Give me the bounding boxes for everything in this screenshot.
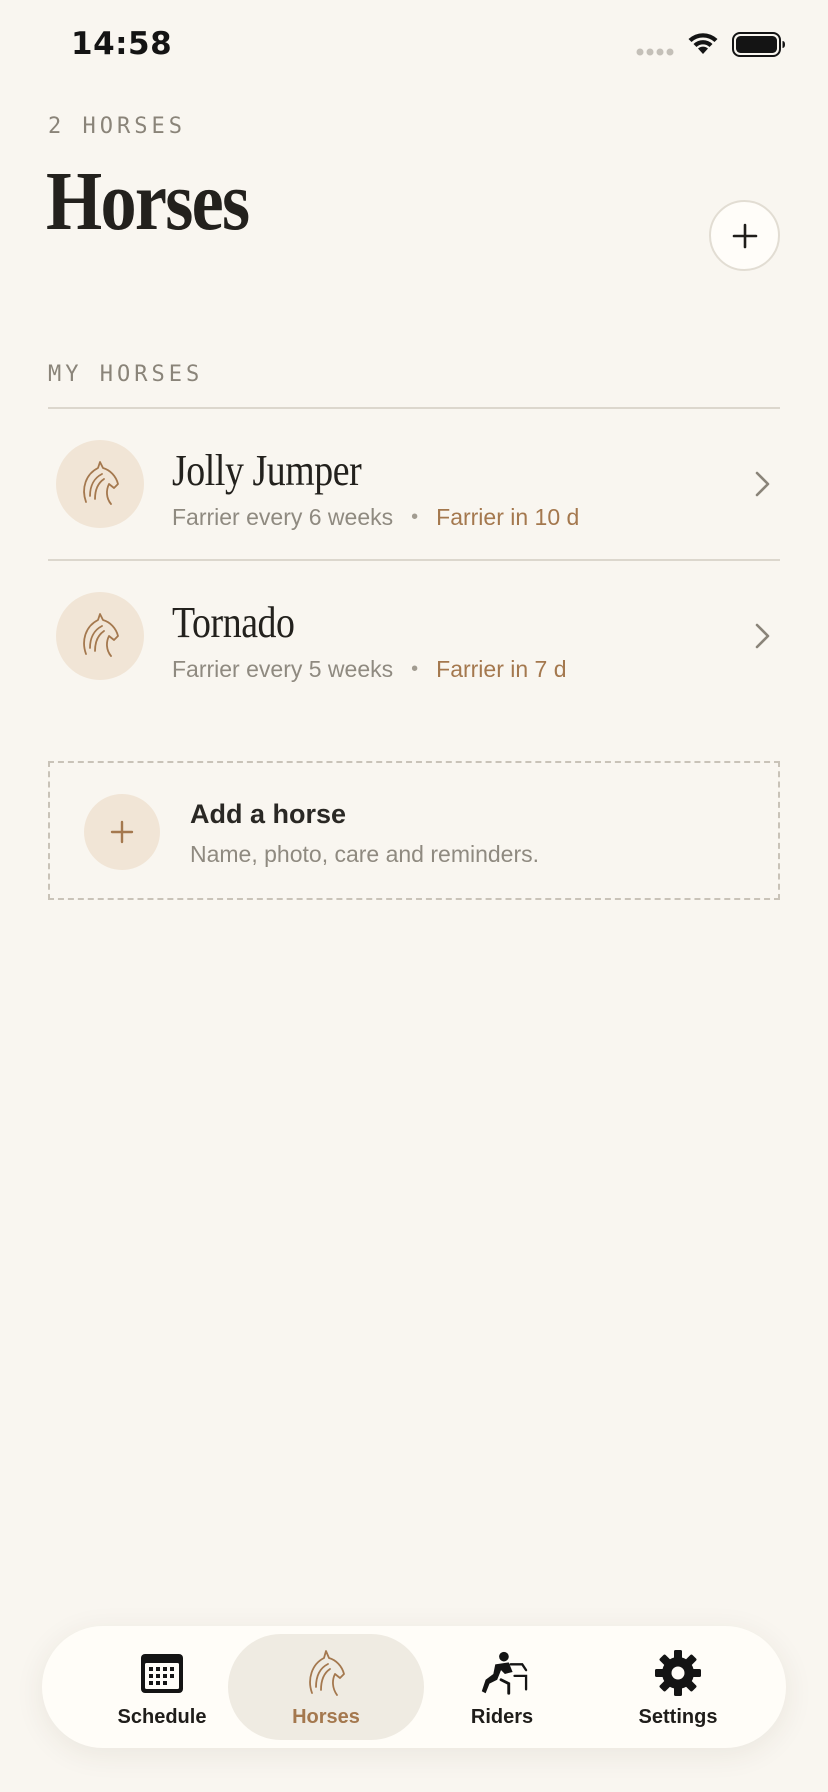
plus-icon [732,223,757,248]
tab-bar: Schedule Horses Riders Settings [42,1626,786,1748]
tab-label: Horses [292,1706,360,1728]
chevron-right-icon [755,471,770,497]
horse-name: Tornado [172,598,295,647]
battery-icon [732,32,785,57]
add-card-subtitle: Name, photo, care and reminders. [190,841,540,867]
tab-settings[interactable]: Settings [580,1634,776,1740]
tab-riders[interactable]: Riders [404,1634,600,1740]
status-bar: 14:58 [0,0,828,92]
add-card-title: Add a horse [190,799,347,829]
add-card-icon [84,794,160,870]
horse-row-tornado[interactable]: Tornado Farrier every 5 weeks • Farrier … [48,561,780,713]
add-horse-button[interactable] [709,200,780,271]
horse-name: Jolly Jumper [172,446,362,495]
horse-avatar [56,440,144,528]
horse-head-icon [83,613,119,657]
cellular-signal-icon [636,48,674,56]
section-label-my-horses: MY HORSES [48,362,204,387]
horse-count-label: 2 HORSES [48,114,186,139]
tab-horses[interactable]: Horses [228,1634,424,1740]
page-title: Horses [46,155,250,248]
farrier-interval: Farrier every 5 weeks [172,656,394,682]
rider-icon [476,1648,528,1698]
separator-dot: • [411,506,419,528]
horse-head-icon [83,461,119,505]
wifi-icon [688,33,718,54]
horse-head-icon [300,1648,352,1698]
farrier-due: Farrier in 7 d [436,656,567,682]
chevron-right-icon [755,623,770,649]
farrier-interval: Farrier every 6 weeks [172,504,394,530]
status-time: 14:58 [71,26,173,62]
gear-icon [652,1648,704,1698]
add-horse-card[interactable]: Add a horse Name, photo, care and remind… [48,761,780,900]
tab-label: Riders [470,1706,534,1728]
separator-dot: • [411,658,419,680]
horse-meta: Farrier every 5 weeks • Farrier in 7 d [172,656,567,683]
horse-meta: Farrier every 6 weeks • Farrier in 10 d [172,504,579,531]
calendar-icon [136,1648,188,1698]
farrier-due: Farrier in 10 d [436,504,580,530]
tab-label: Settings [638,1706,718,1728]
horse-avatar [56,592,144,680]
horse-row-jolly-jumper[interactable]: Jolly Jumper Farrier every 6 weeks • Far… [48,409,780,561]
plus-icon [110,820,134,844]
